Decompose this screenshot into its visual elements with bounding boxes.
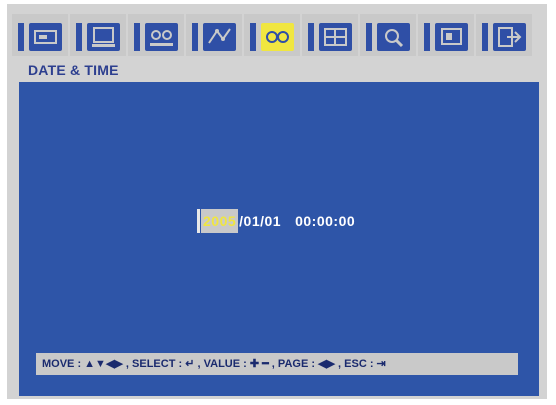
tab-date-time[interactable]	[244, 14, 300, 56]
monitor-icon	[87, 23, 120, 51]
menu-toolbar	[12, 14, 542, 58]
tab-indicator	[134, 23, 140, 51]
help-value: , VALUE : ✚ ━	[194, 358, 269, 370]
month-day-field[interactable]: /01/01	[239, 213, 281, 229]
help-select: , SELECT : ↵	[122, 358, 195, 370]
tab-search[interactable]	[360, 14, 416, 56]
network-icon	[203, 23, 236, 51]
edit-cursor	[197, 209, 200, 233]
page-title: DATE & TIME	[28, 62, 119, 78]
tab-monitor[interactable]	[70, 14, 126, 56]
help-bar: MOVE : ▲▼◀▶ , SELECT : ↵ , VALUE : ✚ ━ ,…	[36, 353, 518, 375]
exit-icon	[493, 23, 526, 51]
tab-camera-display[interactable]	[12, 14, 68, 56]
tab-indicator	[308, 23, 314, 51]
tab-indicator	[250, 23, 256, 51]
tab-exit[interactable]	[476, 14, 532, 56]
help-esc: , ESC : ⇥	[334, 358, 386, 370]
tab-indicator	[192, 23, 198, 51]
search-icon	[377, 23, 410, 51]
tab-indicator	[482, 23, 488, 51]
tab-indicator	[76, 23, 82, 51]
time-field[interactable]: 00:00:00	[295, 213, 355, 229]
date-time-icon	[261, 23, 294, 51]
tab-indicator	[18, 23, 24, 51]
camera-display-icon	[29, 23, 62, 51]
tab-indicator	[366, 23, 372, 51]
system-icon	[435, 23, 468, 51]
tab-hdd[interactable]	[302, 14, 358, 56]
record-tape-icon	[145, 23, 178, 51]
year-field[interactable]: 2005	[201, 209, 239, 233]
tab-indicator	[424, 23, 430, 51]
hdd-icon	[319, 23, 352, 51]
tab-system[interactable]	[418, 14, 474, 56]
tab-record[interactable]	[128, 14, 184, 56]
date-time-field[interactable]: 2005 /01/01 00:00:00	[197, 208, 355, 234]
settings-panel: 2005 /01/01 00:00:00 MOVE : ▲▼◀▶ , SELEC…	[19, 82, 539, 396]
tab-network[interactable]	[186, 14, 242, 56]
help-page: , PAGE : ◀▶	[268, 358, 335, 370]
help-move: MOVE : ▲▼◀▶	[42, 358, 123, 370]
